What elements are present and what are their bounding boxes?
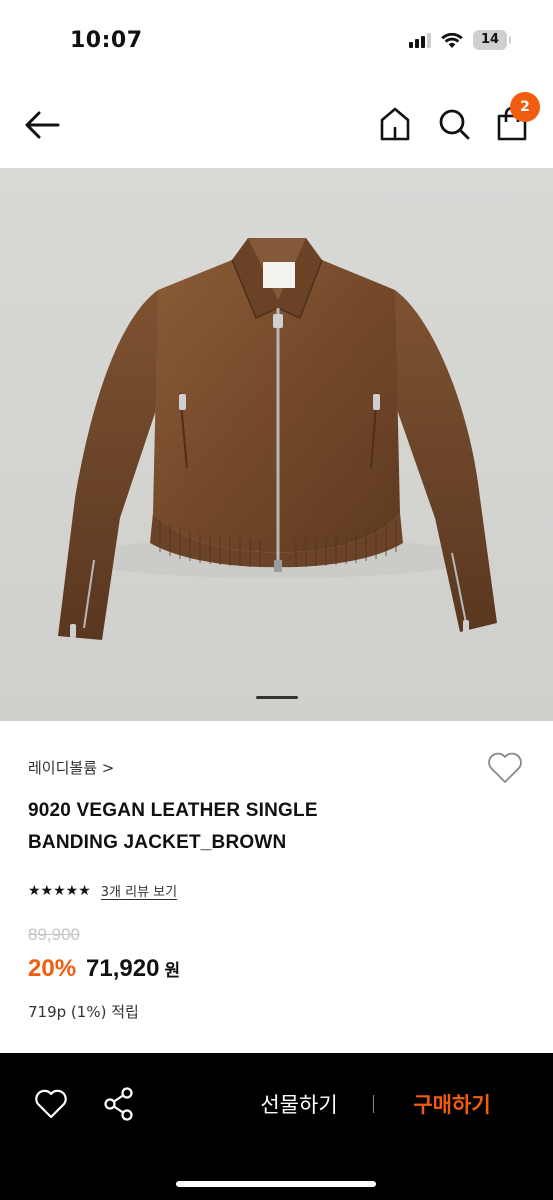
sale-price-group: 71,920 원 [86, 955, 180, 983]
jacket-illustration [58, 238, 497, 640]
carousel-indicator [256, 696, 298, 699]
share-icon[interactable] [102, 1086, 136, 1122]
discount-rate: 20% [28, 955, 77, 982]
app-header [0, 80, 553, 168]
arrow-left-icon[interactable] [22, 108, 62, 142]
sale-price: 71,920 [86, 955, 160, 982]
bottom-action-bar: 선물하기 구매하기 [0, 1053, 553, 1200]
heart-icon[interactable] [486, 749, 524, 785]
status-icons: 14 [409, 30, 511, 50]
divider [373, 1095, 374, 1113]
star-rating-icon: ★★★★★ [28, 882, 91, 899]
wifi-icon [441, 32, 463, 48]
cart-count-badge: 2 [510, 92, 540, 122]
product-title: 9020 VEGAN LEATHER SINGLE BANDING JACKET… [28, 795, 498, 859]
gift-button[interactable]: 선물하기 [240, 1089, 358, 1119]
brand-link[interactable]: 레이디볼륨 > [28, 757, 114, 778]
heart-icon[interactable] [34, 1088, 68, 1120]
home-icon[interactable] [378, 106, 412, 142]
product-info: 레이디볼륨 > 9020 VEGAN LEATHER SINGLE BANDIN… [0, 721, 553, 1053]
reward-points: 719p (1%) 적립 [28, 1003, 139, 1021]
status-bar: 10:07 14 [0, 0, 553, 80]
status-time: 10:07 [70, 28, 143, 53]
original-price: 89,900 [28, 925, 80, 944]
rating-row: ★★★★★ 3개 리뷰 보기 [28, 881, 177, 901]
battery-indicator: 14 [473, 30, 511, 50]
search-icon[interactable] [437, 107, 471, 141]
product-title-line-2: BANDING JACKET_BROWN [28, 832, 287, 853]
cellular-signal-icon [409, 32, 431, 48]
product-image[interactable] [0, 168, 553, 721]
review-link[interactable]: 3개 리뷰 보기 [101, 881, 177, 900]
product-title-line-1: 9020 VEGAN LEATHER SINGLE [28, 800, 318, 821]
home-indicator [176, 1181, 376, 1187]
price-row: 20% 71,920 원 [28, 955, 180, 983]
buy-button[interactable]: 구매하기 [392, 1089, 512, 1119]
currency-label: 원 [164, 961, 181, 981]
